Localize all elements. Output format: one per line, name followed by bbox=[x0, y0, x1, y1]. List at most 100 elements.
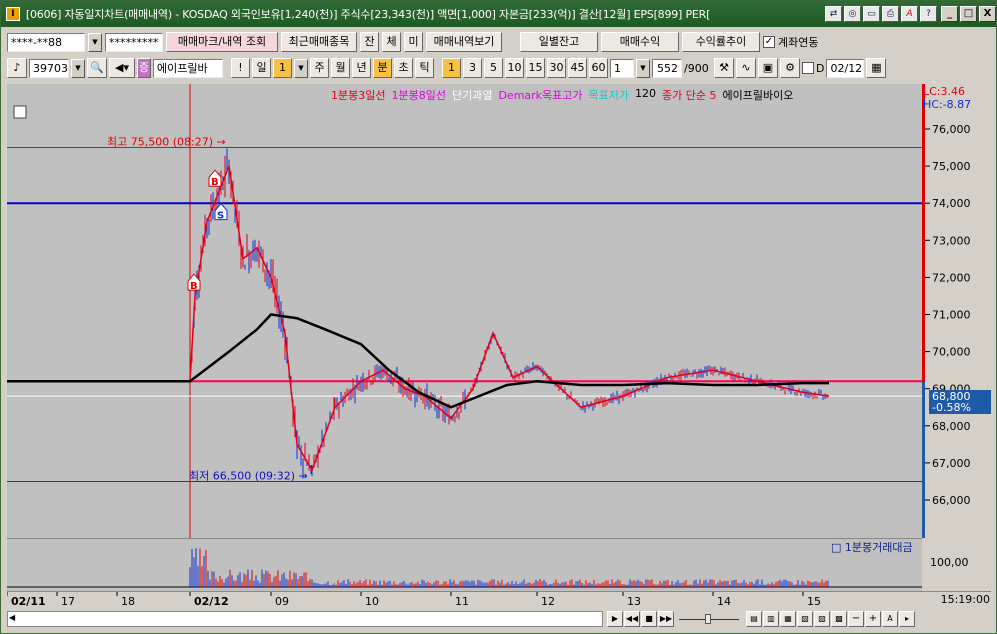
search-icon[interactable]: 🔍 bbox=[87, 58, 107, 78]
date-field[interactable]: 02/12 bbox=[826, 58, 865, 78]
price-chart[interactable]: 최고 75,500 (08:27) → 최저 66,500 (09:32) → B B… bbox=[7, 84, 922, 538]
marker-label: B bbox=[211, 177, 219, 188]
chart-icon[interactable]: ◎ bbox=[844, 6, 861, 22]
last-price-badge: 68,800 -0.58% bbox=[929, 390, 991, 414]
print-icon[interactable]: ⎙ bbox=[882, 6, 899, 22]
minute-15-button[interactable]: 15 bbox=[526, 58, 545, 78]
zoom-out-icon[interactable]: − bbox=[848, 611, 864, 627]
account-link-label: 계좌연동 bbox=[778, 36, 819, 49]
count-dropdown-icon[interactable]: ▼ bbox=[636, 58, 650, 78]
stock-name-field[interactable]: 에이프릴바 bbox=[153, 58, 223, 78]
tool-icon[interactable]: ⚒ bbox=[714, 58, 734, 78]
volume-chart-svg bbox=[7, 548, 922, 588]
legend-item[interactable]: 목표저가 bbox=[589, 87, 629, 103]
legend-item[interactable]: 종가 단순 5 bbox=[662, 87, 716, 103]
legend-item[interactable]: 단기과열 bbox=[452, 87, 492, 103]
font-icon[interactable]: A bbox=[901, 6, 918, 22]
axis-up-bar bbox=[922, 84, 925, 382]
period-dropdown-icon[interactable]: ▼ bbox=[294, 58, 308, 78]
account-field[interactable]: ****-**88 bbox=[7, 32, 85, 52]
price-tick-label: 73,000 bbox=[932, 234, 971, 247]
legend-item[interactable]: 1분봉3일선 bbox=[331, 87, 385, 103]
account-dropdown-icon[interactable]: ▼ bbox=[88, 32, 102, 52]
low-annotation: 최저 66,500 (09:32) → bbox=[189, 469, 308, 482]
daily-balance-button[interactable]: 일별잔고 bbox=[520, 32, 598, 52]
time-axis-svg: 02/11 17 18 02/12 09 10 11 12 13 14 15 bbox=[6, 592, 821, 608]
filter-balance-button[interactable]: 잔 bbox=[360, 32, 379, 52]
window-icon[interactable]: ▭ bbox=[863, 6, 880, 22]
speaker-icon[interactable]: ◀▾ bbox=[109, 58, 135, 78]
trade-mark-query-button[interactable]: 매매마크/내역 조회 bbox=[166, 32, 278, 52]
price-axis-svg: 76,000 75,000 74,000 73,000 72,000 71,000 70,0… bbox=[922, 84, 971, 538]
trade-profit-button[interactable]: 매매수익 bbox=[601, 32, 679, 52]
indicator-icon[interactable]: ∿ bbox=[736, 58, 756, 78]
close-button[interactable]: X bbox=[979, 6, 996, 22]
minute-60-button[interactable]: 60 bbox=[589, 58, 608, 78]
period-week-button[interactable]: 주 bbox=[310, 58, 329, 78]
return-trend-button[interactable]: 수익률추이 bbox=[682, 32, 760, 52]
marker-label: S bbox=[217, 211, 224, 222]
count-field[interactable]: 1 bbox=[610, 58, 634, 78]
play-icon[interactable]: ▶ bbox=[607, 611, 623, 627]
layout-2-icon[interactable]: ▥ bbox=[763, 611, 779, 627]
layout-1-icon[interactable]: ▤ bbox=[746, 611, 762, 627]
scroll-left-icon[interactable]: ◀ bbox=[9, 613, 21, 625]
period-value-field[interactable]: 1 bbox=[273, 58, 292, 78]
stock-code-dropdown-icon[interactable]: ▼ bbox=[71, 58, 85, 78]
period-day-button[interactable]: 일 bbox=[252, 58, 271, 78]
layout-6-icon[interactable]: ▩ bbox=[831, 611, 847, 627]
stock-type-badge: 증 bbox=[137, 58, 151, 78]
trade-history-button[interactable]: 매매내역보기 bbox=[426, 32, 502, 52]
zoom-in-icon[interactable]: + bbox=[865, 611, 881, 627]
legend-item[interactable]: 에이프릴바이오 bbox=[723, 87, 794, 103]
stock-code-field[interactable]: 397030 bbox=[29, 58, 69, 78]
minute-5-button[interactable]: 5 bbox=[484, 58, 503, 78]
period-minute-button[interactable]: 분 bbox=[373, 58, 392, 78]
minute-45-button[interactable]: 45 bbox=[568, 58, 587, 78]
forward-icon[interactable]: ▶▶ bbox=[658, 611, 674, 627]
calendar-icon[interactable]: ▦ bbox=[866, 58, 887, 78]
layout-4-icon[interactable]: ▧ bbox=[797, 611, 813, 627]
legend-item[interactable]: Demark목표고가 bbox=[498, 87, 582, 103]
price-tick-label: 67,000 bbox=[932, 457, 971, 470]
save-icon[interactable]: ▣ bbox=[758, 58, 778, 78]
font-size-icon[interactable]: A bbox=[882, 611, 898, 627]
time-tick-label: 12 bbox=[541, 595, 555, 608]
recent-trades-button[interactable]: 최근매매종목 bbox=[281, 32, 357, 52]
stop-icon[interactable]: ■ bbox=[641, 611, 657, 627]
playback-controls: ▶ ◀◀ ■ ▶▶ ▤ ▥ ▦ ▧ ▨ ▩ − + A ▸ bbox=[607, 611, 915, 627]
period-month-button[interactable]: 월 bbox=[331, 58, 350, 78]
minimize-button[interactable]: _ bbox=[941, 6, 958, 22]
price-tick-label: 76,000 bbox=[932, 123, 971, 136]
layout-5-icon[interactable]: ▨ bbox=[814, 611, 830, 627]
period-year-button[interactable]: 년 bbox=[352, 58, 371, 78]
rewind-icon[interactable]: ◀◀ bbox=[624, 611, 640, 627]
alert-button[interactable]: ! bbox=[231, 58, 250, 78]
window-title: [0606] 자동일지차트(매매내역) - KOSDAQ 외국인보유[1,240… bbox=[25, 8, 711, 21]
period-tick-button[interactable]: 틱 bbox=[415, 58, 434, 78]
scroll-track[interactable]: ◀ bbox=[7, 611, 603, 627]
data-count-field[interactable]: 552 bbox=[652, 58, 682, 78]
period-second-button[interactable]: 초 bbox=[394, 58, 413, 78]
maximize-button[interactable]: □ bbox=[960, 6, 977, 22]
speed-slider[interactable] bbox=[675, 611, 745, 627]
filter-executed-button[interactable]: 체 bbox=[382, 32, 401, 52]
date-checkbox[interactable] bbox=[802, 62, 814, 74]
minute-1-button[interactable]: 1 bbox=[442, 58, 461, 78]
filter-pending-button[interactable]: 미 bbox=[404, 32, 423, 52]
menu-icon[interactable]: ▸ bbox=[899, 611, 915, 627]
legend-item[interactable]: 120 bbox=[635, 87, 656, 103]
layout-3-icon[interactable]: ▦ bbox=[780, 611, 796, 627]
minute-3-button[interactable]: 3 bbox=[463, 58, 482, 78]
settings-icon[interactable]: ⚙ bbox=[780, 58, 800, 78]
minute-30-button[interactable]: 30 bbox=[547, 58, 566, 78]
legend-item[interactable]: 1분봉8일선 bbox=[391, 87, 445, 103]
time-tick-label: 14 bbox=[717, 595, 731, 608]
account-link-checkbox[interactable]: ✓ bbox=[763, 36, 775, 48]
volume-chart[interactable] bbox=[7, 538, 922, 591]
minute-10-button[interactable]: 10 bbox=[505, 58, 524, 78]
password-field[interactable]: ********* bbox=[105, 32, 163, 52]
link-icon[interactable]: ⇄ bbox=[825, 6, 842, 22]
stock-search-icon[interactable]: ♪ bbox=[7, 58, 27, 78]
help-icon[interactable]: ? bbox=[920, 6, 937, 22]
